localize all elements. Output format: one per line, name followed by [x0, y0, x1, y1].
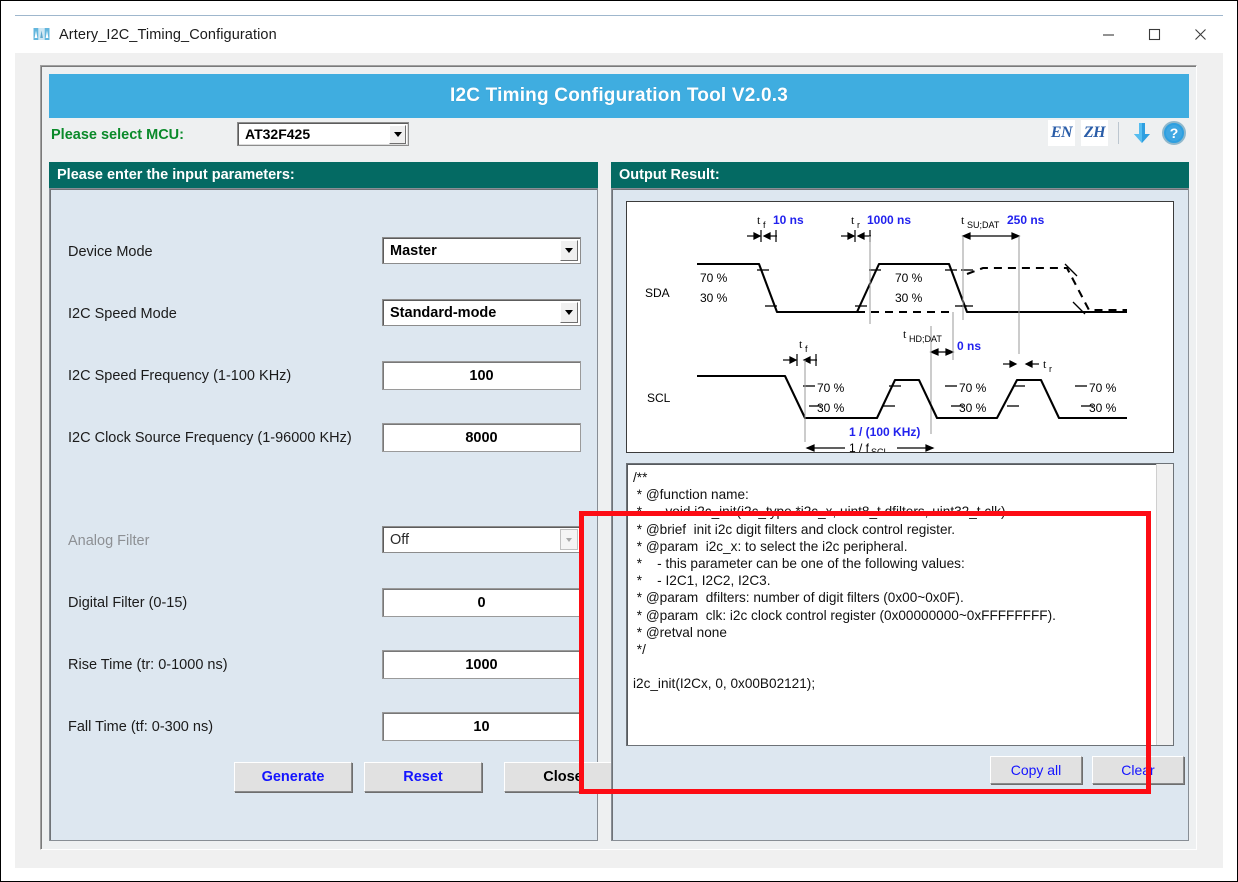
- output-panel: SDA 70 % 30 % 70 % 30 %: [611, 188, 1189, 841]
- fall-time-input[interactable]: 10: [382, 712, 581, 741]
- toolbar-icons: EN ZH ?: [1048, 120, 1187, 146]
- param-row-analog-filter: Analog Filter Off: [68, 526, 581, 556]
- svg-text:70 %: 70 %: [959, 381, 987, 395]
- chevron-down-icon: [560, 529, 578, 550]
- param-row-rise-time: Rise Time (tr: 0-1000 ns) 1000: [68, 650, 581, 680]
- param-label-rise-time: Rise Time (tr: 0-1000 ns): [68, 657, 228, 673]
- svg-text:1000 ns: 1000 ns: [867, 213, 911, 227]
- clear-button[interactable]: Clear: [1092, 756, 1184, 784]
- svg-text:250 ns: 250 ns: [1007, 213, 1045, 227]
- maximize-button[interactable]: [1131, 16, 1177, 53]
- param-label-clock-source-frequency: I2C Clock Source Frequency (1-96000 KHz): [68, 430, 352, 446]
- app-frame: I2C Timing Configuration Tool V2.0.3 Ple…: [40, 65, 1197, 850]
- param-label-analog-filter: Analog Filter: [68, 533, 149, 549]
- mcu-select-dropdown[interactable]: AT32F425: [237, 122, 409, 146]
- app-banner-title: I2C Timing Configuration Tool V2.0.3: [450, 85, 788, 107]
- output-panel-buttons: Copy all Clear: [626, 756, 1174, 784]
- artery-logo-icon: [33, 26, 50, 43]
- param-row-clock-source-frequency: I2C Clock Source Frequency (1-96000 KHz)…: [68, 423, 581, 453]
- language-en-button[interactable]: EN: [1048, 120, 1075, 146]
- code-scrollbar[interactable]: [1156, 464, 1173, 745]
- input-panel-header-label: Please enter the input parameters:: [49, 167, 295, 183]
- svg-text:r: r: [857, 220, 860, 230]
- copy-all-button[interactable]: Copy all: [990, 756, 1082, 784]
- chevron-down-icon[interactable]: [560, 302, 578, 323]
- chevron-down-icon[interactable]: [560, 240, 578, 261]
- svg-text:SCL: SCL: [647, 391, 671, 405]
- svg-text:30 %: 30 %: [895, 291, 923, 305]
- param-label-speed-frequency: I2C Speed Frequency (1-100 KHz): [68, 368, 291, 384]
- svg-text:SU;DAT: SU;DAT: [967, 220, 1000, 230]
- digital-filter-input[interactable]: 0: [382, 588, 581, 617]
- speed-mode-dropdown[interactable]: Standard-mode: [382, 299, 581, 326]
- output-panel-header-label: Output Result:: [611, 167, 720, 183]
- svg-text:30 %: 30 %: [959, 401, 987, 415]
- fall-time-value: 10: [473, 719, 489, 735]
- output-panel-header: Output Result:: [611, 162, 1189, 188]
- svg-text:0 ns: 0 ns: [957, 339, 981, 353]
- param-label-digital-filter: Digital Filter (0-15): [68, 595, 187, 611]
- svg-text:HD;DAT: HD;DAT: [909, 334, 942, 344]
- param-row-speed-mode: I2C Speed Mode Standard-mode: [68, 299, 581, 329]
- speed-frequency-value: 100: [469, 368, 493, 384]
- rise-time-value: 1000: [465, 657, 497, 673]
- param-row-fall-time: Fall Time (tf: 0-300 ns) 10: [68, 712, 581, 742]
- svg-text:70 %: 70 %: [817, 381, 845, 395]
- analog-filter-value: Off: [383, 532, 409, 548]
- close-button[interactable]: [1177, 16, 1223, 53]
- digital-filter-value: 0: [477, 595, 485, 611]
- minimize-button[interactable]: [1085, 16, 1131, 53]
- svg-text:30 %: 30 %: [817, 401, 845, 415]
- speed-frequency-input[interactable]: 100: [382, 361, 581, 390]
- param-label-speed-mode: I2C Speed Mode: [68, 306, 177, 322]
- device-mode-dropdown[interactable]: Master: [382, 237, 581, 264]
- mcu-select-row: Please select MCU: AT32F425 EN ZH: [49, 122, 1189, 156]
- toolbar-divider: [1118, 122, 1119, 144]
- generate-button[interactable]: Generate: [234, 762, 352, 792]
- svg-text:70 %: 70 %: [700, 271, 728, 285]
- input-panel: Device Mode Master I2C Speed Mode Standa…: [49, 188, 598, 841]
- mcu-select-label: Please select MCU:: [51, 127, 184, 143]
- download-arrow-icon[interactable]: [1129, 120, 1155, 146]
- param-label-fall-time: Fall Time (tf: 0-300 ns): [68, 719, 213, 735]
- language-zh-button[interactable]: ZH: [1081, 120, 1108, 146]
- analog-filter-dropdown: Off: [382, 526, 581, 553]
- speed-mode-value: Standard-mode: [383, 305, 496, 321]
- svg-text:1 / (100 KHz): 1 / (100 KHz): [849, 425, 920, 439]
- generated-code-text: /** * @function name: * - void i2c_init(…: [627, 464, 1156, 745]
- close-button-panel[interactable]: Close: [504, 762, 622, 792]
- param-row-speed-frequency: I2C Speed Frequency (1-100 KHz) 100: [68, 361, 581, 391]
- input-panel-header: Please enter the input parameters:: [49, 162, 598, 188]
- svg-text:r: r: [1049, 364, 1052, 374]
- window-controls: [1085, 16, 1223, 53]
- svg-text:30 %: 30 %: [700, 291, 728, 305]
- clock-source-frequency-value: 8000: [465, 430, 497, 446]
- svg-text:SDA: SDA: [645, 286, 670, 300]
- window-title: Artery_I2C_Timing_Configuration: [59, 27, 277, 43]
- param-row-digital-filter: Digital Filter (0-15) 0: [68, 588, 581, 618]
- svg-text:70 %: 70 %: [1089, 381, 1117, 395]
- reset-button[interactable]: Reset: [364, 762, 482, 792]
- rise-time-input[interactable]: 1000: [382, 650, 581, 679]
- app-banner: I2C Timing Configuration Tool V2.0.3: [49, 74, 1189, 118]
- svg-text:10 ns: 10 ns: [773, 213, 804, 227]
- chevron-down-icon[interactable]: [389, 125, 406, 144]
- param-label-device-mode: Device Mode: [68, 244, 153, 260]
- mcu-select-value: AT32F425: [238, 126, 310, 142]
- clock-source-frequency-input[interactable]: 8000: [382, 423, 581, 452]
- device-mode-value: Master: [383, 243, 437, 259]
- svg-text:70 %: 70 %: [895, 271, 923, 285]
- app-window: Artery_I2C_Timing_Configuration I2C Timi…: [0, 0, 1238, 882]
- window-titlebar: Artery_I2C_Timing_Configuration: [15, 15, 1223, 53]
- help-question-icon[interactable]: ?: [1161, 120, 1187, 146]
- i2c-timing-diagram: SDA 70 % 30 % 70 % 30 %: [626, 201, 1174, 453]
- client-area: I2C Timing Configuration Tool V2.0.3 Ple…: [15, 53, 1223, 868]
- generated-code-output[interactable]: /** * @function name: * - void i2c_init(…: [626, 463, 1174, 746]
- input-panel-buttons: Generate Reset Close: [68, 762, 581, 792]
- param-row-device-mode: Device Mode Master: [68, 237, 581, 267]
- svg-text:?: ?: [1170, 125, 1179, 141]
- svg-text:30 %: 30 %: [1089, 401, 1117, 415]
- svg-text:1 / f: 1 / f: [849, 441, 870, 452]
- svg-text:SCL: SCL: [871, 447, 889, 452]
